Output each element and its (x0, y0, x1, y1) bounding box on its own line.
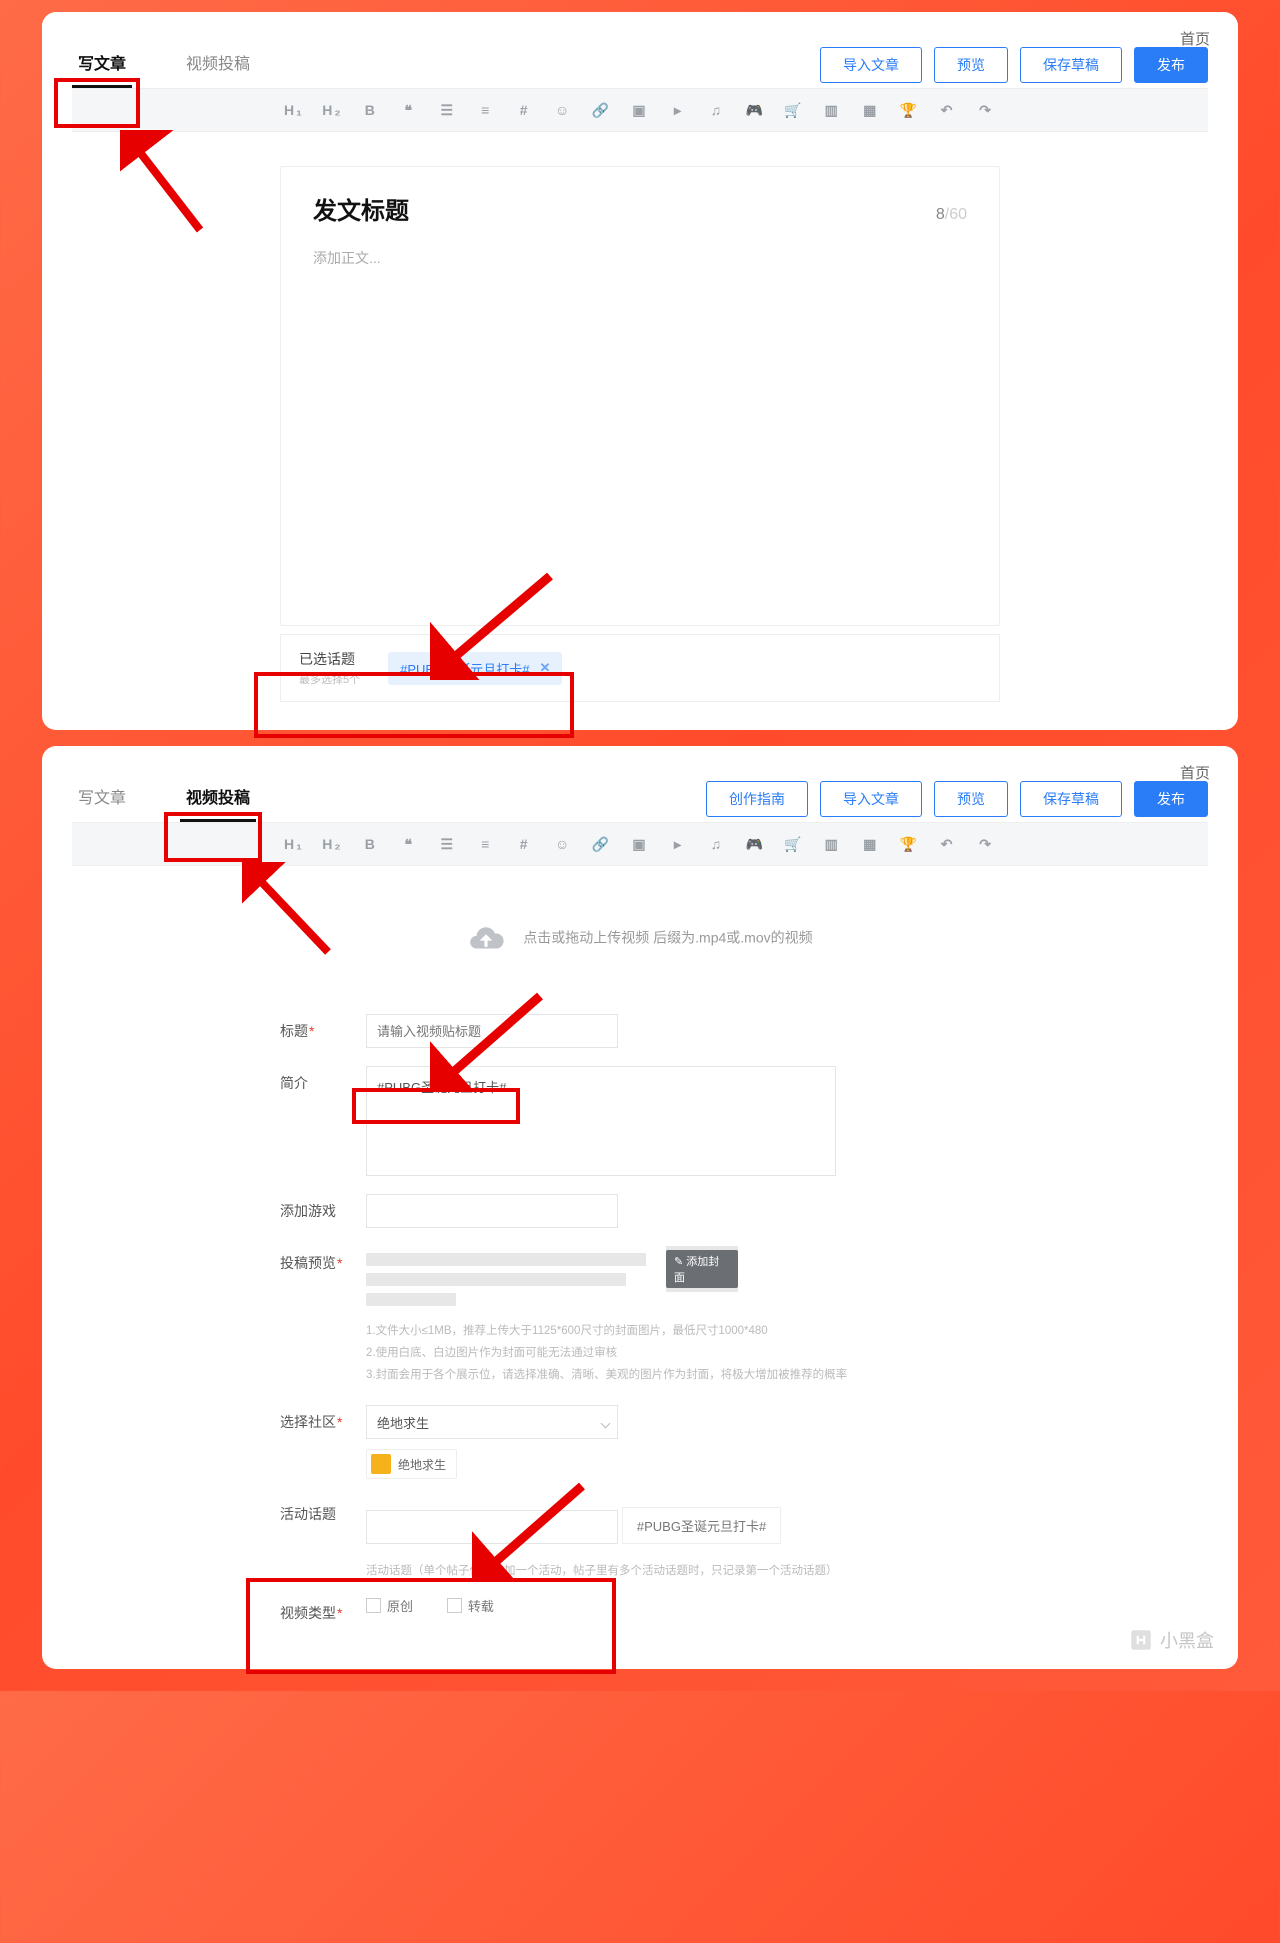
undo-icon[interactable]: ↶ (937, 101, 959, 119)
h2-icon[interactable]: H₂ (321, 101, 343, 119)
upload-area[interactable]: 点击或拖动上传视频 后缀为.mp4或.mov的视频 (280, 890, 1000, 996)
video-title-input[interactable] (366, 1014, 618, 1048)
annotation-arrow-icon (120, 130, 210, 240)
tabs: 写文章 视频投稿 创作指南 导入文章 预览 保存草稿 发布 (72, 766, 1208, 823)
title-char-count: 8/60 (936, 206, 967, 224)
emoji-icon[interactable]: ☺ (552, 101, 574, 119)
type-repost-checkbox[interactable]: 转载 (447, 1596, 494, 1615)
save-draft-button[interactable]: 保存草稿 (1020, 47, 1122, 83)
watermark: 小黑盒 (1128, 1627, 1214, 1653)
community-select[interactable]: 绝地求生 (366, 1405, 618, 1439)
cart-icon[interactable]: 🛒 (783, 835, 805, 853)
title-label: 标题* (280, 1014, 366, 1041)
image-icon[interactable]: ▣ (629, 101, 651, 119)
link-icon[interactable]: 🔗 (591, 835, 613, 853)
cover-tips: 1.文件大小≤1MB，推荐上传大于1125*600尺寸的封面图片，最低尺寸100… (366, 1321, 1000, 1387)
intro-label: 简介 (280, 1066, 366, 1093)
guide-button[interactable]: 创作指南 (706, 781, 808, 817)
film-icon[interactable]: ▦ (860, 835, 882, 853)
video-icon[interactable]: ▸ (667, 101, 689, 119)
save-draft-button[interactable]: 保存草稿 (1020, 781, 1122, 817)
preview-label: 投稿预览* (280, 1246, 366, 1273)
tabs: 写文章 视频投稿 导入文章 预览 保存草稿 发布 (72, 32, 1208, 89)
tab-article[interactable]: 写文章 (72, 776, 132, 822)
link-icon[interactable]: 🔗 (591, 101, 613, 119)
h2-icon[interactable]: H₂ (321, 835, 343, 853)
list-ul-icon[interactable]: ☰ (437, 835, 459, 853)
intro-textarea[interactable]: #PUBG圣诞元旦打卡# (366, 1066, 836, 1176)
intro-tag: #PUBG圣诞元旦打卡# (377, 1080, 506, 1095)
music-icon[interactable]: ♫ (706, 101, 728, 119)
article-panel: 首页 写文章 视频投稿 导入文章 预览 保存草稿 发布 H₁ H₂ B ❝ ☰ … (42, 12, 1238, 730)
topic-label: 已选话题 (299, 649, 360, 669)
event-topic-chip[interactable]: #PUBG圣诞元旦打卡# (622, 1507, 781, 1544)
preview-skeleton (366, 1246, 646, 1313)
hash-icon[interactable]: # (514, 835, 536, 853)
publish-button[interactable]: 发布 (1134, 47, 1208, 83)
event-topic-hint: 活动话题（单个帖子仅可参加一个活动，帖子里有多个活动话题时，只记录第一个活动话题… (366, 1562, 1000, 1578)
bold-icon[interactable]: B (360, 101, 382, 119)
selected-topics: 已选话题 最多选择5个 #PUBG圣诞元旦打卡# ✕ (280, 634, 1000, 702)
video-panel: 首页 写文章 视频投稿 创作指南 导入文章 预览 保存草稿 发布 H₁ H₂ B… (42, 746, 1238, 1669)
film-icon[interactable]: ▦ (860, 101, 882, 119)
library-icon[interactable]: ▥ (821, 835, 843, 853)
emoji-icon[interactable]: ☺ (552, 835, 574, 853)
editor: 发文标题 8/60 添加正文... (280, 166, 1000, 626)
add-game-input[interactable] (366, 1194, 618, 1228)
community-chip[interactable]: 绝地求生 (366, 1449, 457, 1479)
h1-icon[interactable]: H₁ (283, 835, 305, 853)
import-button[interactable]: 导入文章 (820, 47, 922, 83)
topic-sublabel: 最多选择5个 (299, 671, 360, 687)
quote-icon[interactable]: ❝ (398, 101, 420, 119)
quote-icon[interactable]: ❝ (398, 835, 420, 853)
list-ul-icon[interactable]: ☰ (437, 101, 459, 119)
type-original-checkbox[interactable]: 原创 (366, 1596, 413, 1615)
video-form: 点击或拖动上传视频 后缀为.mp4或.mov的视频 标题* 简介 #PUBG圣诞… (280, 890, 1000, 1623)
tab-video[interactable]: 视频投稿 (180, 42, 256, 88)
event-topic-label: 活动话题 (280, 1497, 366, 1524)
watermark-icon (1128, 1627, 1154, 1653)
trophy-icon[interactable]: 🏆 (898, 101, 920, 119)
add-cover-button[interactable]: ✎ 添加封面 (666, 1250, 738, 1288)
image-icon[interactable]: ▣ (629, 835, 651, 853)
home-link[interactable]: 首页 (1180, 762, 1210, 783)
home-link[interactable]: 首页 (1180, 28, 1210, 49)
cart-icon[interactable]: 🛒 (783, 101, 805, 119)
list-ol-icon[interactable]: ≡ (475, 835, 497, 853)
music-icon[interactable]: ♫ (706, 835, 728, 853)
import-button[interactable]: 导入文章 (820, 781, 922, 817)
remove-topic-icon[interactable]: ✕ (539, 660, 550, 676)
hash-icon[interactable]: # (514, 101, 536, 119)
body-placeholder[interactable]: 添加正文... (313, 248, 967, 605)
upload-text: 点击或拖动上传视频 后缀为.mp4或.mov的视频 (523, 930, 812, 946)
bold-icon[interactable]: B (360, 835, 382, 853)
list-ol-icon[interactable]: ≡ (475, 101, 497, 119)
cover-thumb[interactable]: ✎ 添加封面 (666, 1246, 738, 1292)
video-type-label: 视频类型* (280, 1596, 366, 1623)
h1-icon[interactable]: H₁ (283, 101, 305, 119)
title-input[interactable]: 发文标题 (313, 191, 936, 226)
tab-video[interactable]: 视频投稿 (180, 776, 256, 822)
cloud-upload-icon (467, 920, 505, 958)
game-icon[interactable]: 🎮 (744, 101, 766, 119)
library-icon[interactable]: ▥ (821, 101, 843, 119)
editor-toolbar: H₁ H₂ B ❝ ☰ ≡ # ☺ 🔗 ▣ ▸ ♫ 🎮 🛒 ▥ ▦ 🏆 ↶ ↷ (72, 823, 1208, 866)
redo-icon[interactable]: ↷ (975, 101, 997, 119)
community-label: 选择社区* (280, 1405, 366, 1432)
preview-button[interactable]: 预览 (934, 47, 1008, 83)
game-icon[interactable]: 🎮 (744, 835, 766, 853)
preview-button[interactable]: 预览 (934, 781, 1008, 817)
redo-icon[interactable]: ↷ (975, 835, 997, 853)
editor-toolbar: H₁ H₂ B ❝ ☰ ≡ # ☺ 🔗 ▣ ▸ ♫ 🎮 🛒 ▥ ▦ 🏆 ↶ ↷ (72, 89, 1208, 132)
video-icon[interactable]: ▸ (667, 835, 689, 853)
publish-button[interactable]: 发布 (1134, 781, 1208, 817)
event-topic-input[interactable] (366, 1510, 618, 1544)
tab-article[interactable]: 写文章 (72, 42, 132, 88)
topic-chip-text: #PUBG圣诞元旦打卡# (400, 659, 529, 678)
add-game-label: 添加游戏 (280, 1194, 366, 1221)
undo-icon[interactable]: ↶ (937, 835, 959, 853)
topic-chip[interactable]: #PUBG圣诞元旦打卡# ✕ (388, 652, 562, 685)
trophy-icon[interactable]: 🏆 (898, 835, 920, 853)
community-icon (371, 1454, 391, 1474)
